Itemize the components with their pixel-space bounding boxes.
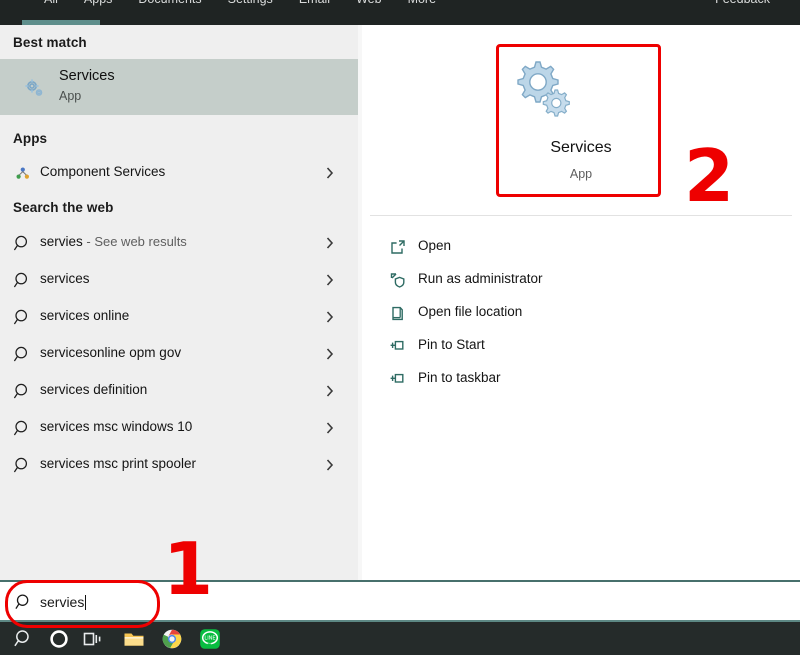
chevron-right-icon[interactable] [325, 165, 335, 181]
pin-icon [388, 369, 408, 389]
web-result-item[interactable]: servicesonline opm gov [0, 338, 358, 371]
search-icon [13, 308, 33, 328]
search-tabs: All Apps Documents Settings Email Web More [44, 0, 436, 8]
chevron-right-icon[interactable] [325, 383, 335, 399]
app-result-item[interactable]: Component Services [0, 157, 358, 190]
web-result-label: services msc print spooler [40, 456, 196, 471]
web-result-label-wrap: servicesonline opm gov [40, 345, 181, 360]
chevron-right-icon[interactable] [325, 309, 335, 325]
svg-text:LINE: LINE [204, 636, 215, 642]
web-result-item[interactable]: services msc windows 10 [0, 412, 358, 445]
action-label: Pin to taskbar [418, 370, 501, 385]
search-icon [13, 345, 33, 365]
web-result-label: servies [40, 234, 83, 249]
web-result-item[interactable]: services online [0, 301, 358, 334]
tab-settings[interactable]: Settings [228, 0, 273, 6]
web-result-item[interactable]: services [0, 264, 358, 297]
action-item-run-as-administrator[interactable]: Run as administrator [362, 264, 800, 297]
tab-documents[interactable]: Documents [138, 0, 201, 6]
tab-web[interactable]: Web [356, 0, 381, 6]
tab-all[interactable]: All [44, 0, 58, 6]
search-icon [13, 234, 33, 254]
chrome-icon[interactable] [161, 628, 183, 650]
action-item-pin-to-start[interactable]: Pin to Start [362, 330, 800, 363]
chevron-right-icon[interactable] [325, 235, 335, 251]
best-match-subtitle: App [59, 89, 81, 103]
search-icon[interactable] [13, 628, 35, 650]
tab-more[interactable]: More [408, 0, 436, 6]
task-view-icon[interactable] [82, 628, 104, 650]
chevron-right-icon[interactable] [325, 272, 335, 288]
action-item-open-file-location[interactable]: Open file location [362, 297, 800, 330]
action-label: Open [418, 238, 451, 253]
action-item-pin-to-taskbar[interactable]: Pin to taskbar [362, 363, 800, 396]
cortana-icon[interactable] [48, 628, 70, 650]
chevron-right-icon[interactable] [325, 457, 335, 473]
web-result-label: services online [40, 308, 129, 323]
shield-icon [388, 270, 408, 290]
gears-icon [22, 76, 46, 100]
apps-header: Apps [13, 131, 47, 146]
annotation-box-1 [5, 580, 160, 628]
annotation-number-2: 2 [684, 140, 734, 212]
web-result-label-wrap: services online [40, 308, 129, 323]
web-result-label-wrap: services definition [40, 382, 147, 397]
action-label: Open file location [418, 304, 522, 319]
pin-icon [388, 336, 408, 356]
annotation-number-1: 1 [163, 533, 213, 605]
chevron-right-icon[interactable] [325, 346, 335, 362]
web-result-label-wrap: services msc windows 10 [40, 419, 192, 434]
web-result-label-wrap: services [40, 271, 90, 286]
web-result-label: services definition [40, 382, 147, 397]
feedback-button[interactable]: Feedback [715, 0, 770, 8]
search-web-header: Search the web [13, 200, 113, 215]
best-match-title: Services [59, 68, 115, 84]
tab-apps[interactable]: Apps [84, 0, 113, 6]
search-icon [13, 271, 33, 291]
action-label: Run as administrator [418, 271, 543, 286]
search-tab-strip: All Apps Documents Settings Email Web More Fee… [0, 0, 800, 25]
file-explorer-icon[interactable] [123, 628, 145, 650]
web-result-label-wrap: services msc print spooler [40, 456, 196, 471]
component-services-icon [13, 164, 33, 184]
tab-email[interactable]: Email [299, 0, 330, 6]
action-label: Pin to Start [418, 337, 485, 352]
search-icon [13, 382, 33, 402]
web-result-label: services msc windows 10 [40, 419, 192, 434]
web-result-label: servicesonline opm gov [40, 345, 181, 360]
action-item-open[interactable]: Open [362, 231, 800, 264]
web-result-suffix: - See web results [83, 234, 187, 249]
feedback-label: Feedback [715, 0, 770, 6]
web-result-item[interactable]: servies - See web results [0, 227, 358, 260]
open-icon [388, 237, 408, 257]
windows-search-panel: All Apps Documents Settings Email Web More Fee… [0, 0, 800, 655]
app-result-label: Component Services [40, 164, 165, 179]
best-match-header: Best match [13, 35, 87, 50]
web-result-item[interactable]: services msc print spooler [0, 449, 358, 482]
web-result-item[interactable]: services definition [0, 375, 358, 408]
line-icon[interactable]: LINE [199, 628, 221, 650]
web-result-label-wrap: servies - See web results [40, 234, 187, 249]
web-result-label: services [40, 271, 90, 286]
folder-location-icon [388, 303, 408, 323]
chevron-right-icon[interactable] [325, 420, 335, 436]
annotation-box-2 [496, 44, 661, 197]
best-match-item[interactable]: Services App [0, 59, 358, 115]
search-icon [13, 419, 33, 439]
search-icon [13, 456, 33, 476]
